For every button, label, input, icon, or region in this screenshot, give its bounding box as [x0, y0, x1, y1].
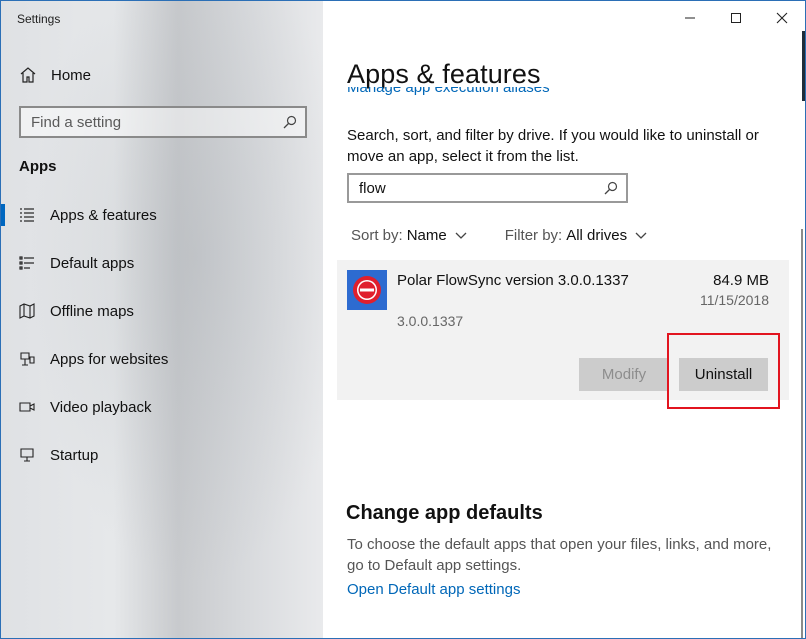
sidebar-item-label: Offline maps: [50, 302, 134, 320]
sidebar-item-startup[interactable]: Startup: [1, 431, 323, 479]
modify-button[interactable]: Modify: [579, 358, 669, 391]
maximize-button[interactable]: [713, 1, 759, 35]
app-size: 84.9 MB: [713, 272, 769, 289]
startup-icon: [20, 448, 34, 462]
open-default-settings-link[interactable]: Open Default app settings: [347, 581, 520, 598]
sidebar-item-offline-maps[interactable]: Offline maps: [1, 287, 323, 335]
search-icon[interactable]: [604, 181, 618, 195]
sidebar-item-apps-websites[interactable]: Apps for websites: [1, 335, 323, 383]
maximize-icon: [731, 13, 741, 23]
close-icon: [776, 12, 788, 24]
app-version: 3.0.0.1337: [397, 313, 464, 329]
uninstall-highlight-box: [667, 333, 780, 409]
app-search-box[interactable]: [347, 173, 628, 203]
desktop-edge-dark: [802, 31, 805, 101]
chevron-down-icon: [455, 232, 467, 239]
change-defaults-description: To choose the default apps that open you…: [347, 536, 772, 574]
sidebar-item-default-apps[interactable]: Default apps: [1, 239, 323, 287]
settings-window: Settings Home Apps Apps & features: [0, 0, 806, 639]
sidebar: Settings Home Apps Apps & features: [1, 1, 323, 638]
sidebar-home[interactable]: Home: [19, 63, 91, 87]
apps-websites-icon: [20, 352, 35, 366]
manage-aliases-link-text[interactable]: Manage app execution aliases: [347, 87, 567, 96]
sort-by-dropdown[interactable]: Sort by: Name: [351, 227, 467, 244]
page-title: Apps & features: [347, 59, 541, 89]
main-content: Apps & features Manage app execution ali…: [323, 1, 805, 638]
chevron-down-icon: [635, 232, 647, 239]
filter-by-dropdown[interactable]: Filter by: All drives: [505, 227, 647, 244]
map-icon: [19, 303, 35, 319]
search-icon[interactable]: [283, 115, 297, 129]
find-setting-input[interactable]: [31, 113, 271, 131]
close-button[interactable]: [759, 1, 805, 35]
minimize-button[interactable]: [667, 1, 713, 35]
minimize-icon: [685, 17, 695, 19]
sidebar-item-label: Startup: [50, 446, 99, 464]
sort-by-label: Sort by:: [351, 227, 403, 244]
sidebar-item-label: Apps & features: [50, 206, 157, 224]
video-icon: [19, 402, 35, 412]
sidebar-nav: Apps & features Default apps Offline map…: [1, 191, 323, 479]
scrollbar[interactable]: [801, 229, 803, 638]
find-setting-search[interactable]: [19, 106, 307, 138]
app-name: Polar FlowSync version 3.0.0.1337: [397, 272, 629, 289]
sidebar-item-label: Apps for websites: [50, 350, 169, 368]
sort-by-value: Name: [406, 227, 447, 244]
sidebar-item-video-playback[interactable]: Video playback: [1, 383, 323, 431]
apps-description: Search, sort, and filter by drive. If yo…: [347, 127, 759, 165]
window-title: Settings: [17, 12, 61, 26]
app-search-input[interactable]: [359, 179, 589, 197]
apps-features-icon: [20, 208, 34, 222]
home-label: Home: [51, 66, 92, 84]
section-heading-apps: Apps: [19, 158, 57, 175]
filter-by-label: Filter by:: [504, 227, 563, 244]
manage-aliases-link[interactable]: Manage app execution aliases: [347, 87, 567, 103]
sidebar-item-label: Default apps: [50, 254, 135, 272]
sort-filter-bar: Sort by: Name Filter by: All drives: [351, 227, 685, 244]
home-icon: [20, 67, 36, 83]
sidebar-item-apps-features[interactable]: Apps & features: [1, 191, 323, 239]
polar-flowsync-icon: [347, 270, 387, 310]
change-defaults-heading: Change app defaults: [346, 502, 543, 524]
default-apps-icon: [19, 256, 34, 270]
app-install-date: 11/15/2018: [699, 292, 769, 308]
filter-by-value: All drives: [566, 227, 628, 244]
sidebar-item-label: Video playback: [50, 398, 152, 416]
window-controls: [667, 1, 805, 35]
